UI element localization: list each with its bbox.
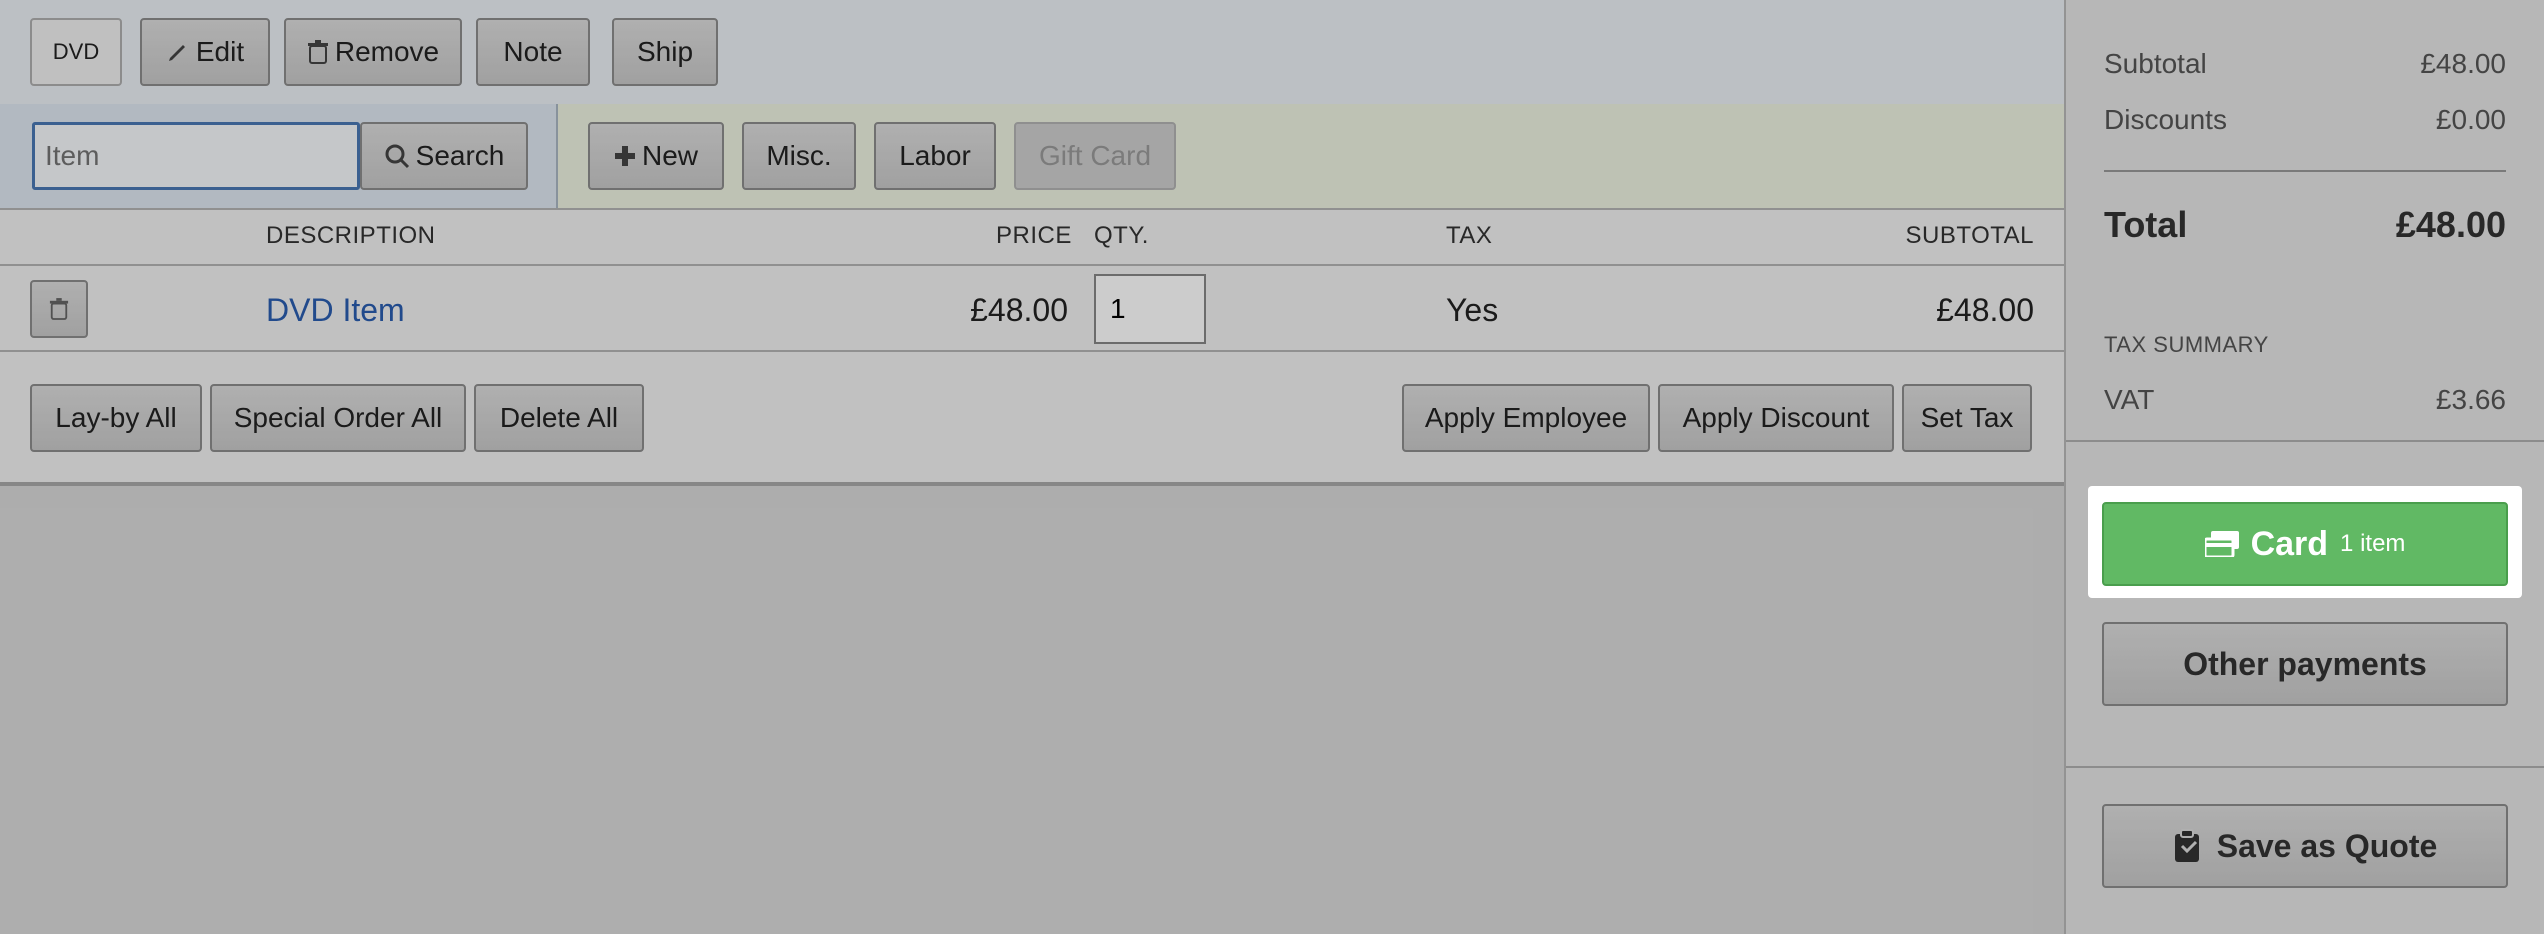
gift-card-button[interactable]: Gift Card bbox=[1014, 122, 1176, 190]
search-icon bbox=[384, 143, 410, 169]
layby-all-button[interactable]: Lay-by All bbox=[30, 384, 202, 452]
new-item-button-label: New bbox=[641, 140, 698, 171]
item-type-badge-label: DVD bbox=[52, 39, 100, 64]
labor-button[interactable]: Labor bbox=[874, 122, 996, 190]
special-order-all-button[interactable]: Special Order All bbox=[210, 384, 466, 452]
delete-line-button[interactable] bbox=[30, 280, 88, 338]
trash-icon bbox=[307, 40, 329, 64]
subtotal-label: Subtotal bbox=[2104, 48, 2207, 79]
quantity-input[interactable] bbox=[1094, 274, 1206, 344]
ship-button[interactable]: Ship bbox=[612, 18, 718, 86]
set-tax-button-label: Set Tax bbox=[1920, 402, 2014, 433]
misc-button[interactable]: Misc. bbox=[742, 122, 856, 190]
tax-summary-heading: TAX SUMMARY bbox=[2104, 332, 2269, 357]
subtotal-value: £48.00 bbox=[2420, 48, 2506, 79]
discounts-value: £0.00 bbox=[2435, 104, 2506, 135]
pencil-icon bbox=[166, 40, 190, 64]
card-payment-button-label: Card bbox=[2250, 524, 2329, 563]
note-button-label: Note bbox=[503, 36, 563, 67]
card-payment-button[interactable]: Card 1 item bbox=[2102, 502, 2508, 586]
note-button[interactable]: Note bbox=[476, 18, 590, 86]
item-type-badge: DVD bbox=[30, 18, 122, 86]
line-item-price: £48.00 bbox=[970, 292, 1068, 328]
header-subtotal: SUBTOTAL bbox=[1905, 222, 2034, 249]
line-item-subtotal: £48.00 bbox=[1936, 292, 2034, 328]
discounts-label: Discounts bbox=[2104, 104, 2227, 135]
clipboard-icon bbox=[2173, 829, 2203, 863]
summary-divider bbox=[2066, 440, 2544, 442]
line-item-tax: Yes bbox=[1446, 292, 1499, 328]
apply-discount-button-label: Apply Discount bbox=[1682, 402, 1870, 433]
trash-icon bbox=[49, 297, 69, 321]
remove-button-label: Remove bbox=[334, 36, 440, 67]
credit-card-icon bbox=[2204, 531, 2239, 557]
set-tax-button[interactable]: Set Tax bbox=[1902, 384, 2032, 452]
other-payments-button-label: Other payments bbox=[2183, 645, 2427, 682]
delete-all-button-label: Delete All bbox=[499, 402, 619, 433]
order-summary-panel: Subtotal £48.00 Discounts £0.00 Total £4… bbox=[2064, 0, 2544, 934]
item-search-input[interactable] bbox=[32, 122, 360, 190]
new-item-button[interactable]: New bbox=[588, 122, 724, 190]
header-qty: QTY. bbox=[1094, 222, 1149, 249]
apply-discount-button[interactable]: Apply Discount bbox=[1658, 384, 1894, 452]
special-order-all-button-label: Special Order All bbox=[233, 402, 443, 433]
save-as-quote-button[interactable]: Save as Quote bbox=[2102, 804, 2508, 888]
line-item-description-link[interactable]: DVD Item bbox=[266, 292, 405, 329]
card-item-count: 1 item bbox=[2340, 530, 2406, 557]
total-value: £48.00 bbox=[2395, 204, 2506, 245]
other-payments-button[interactable]: Other payments bbox=[2102, 622, 2508, 706]
header-price: PRICE bbox=[996, 222, 1072, 249]
delete-all-button[interactable]: Delete All bbox=[474, 384, 644, 452]
save-as-quote-button-label: Save as Quote bbox=[2216, 827, 2438, 864]
gift-card-button-label: Gift Card bbox=[1038, 140, 1152, 171]
edit-button[interactable]: Edit bbox=[140, 18, 270, 86]
header-tax: TAX bbox=[1446, 222, 1493, 249]
search-button[interactable]: Search bbox=[360, 122, 528, 190]
labor-button-label: Labor bbox=[899, 140, 971, 171]
plus-icon bbox=[614, 145, 636, 167]
layby-all-button-label: Lay-by All bbox=[55, 402, 177, 433]
apply-employee-button[interactable]: Apply Employee bbox=[1402, 384, 1650, 452]
table-bottom-border bbox=[0, 482, 2064, 486]
remove-button[interactable]: Remove bbox=[284, 18, 462, 86]
vat-label: VAT bbox=[2104, 384, 2155, 415]
search-button-label: Search bbox=[415, 140, 505, 171]
apply-employee-button-label: Apply Employee bbox=[1424, 402, 1628, 433]
summary-divider bbox=[2104, 170, 2506, 172]
ship-button-label: Ship bbox=[636, 36, 694, 67]
header-description: DESCRIPTION bbox=[266, 222, 436, 249]
divider bbox=[0, 350, 2064, 352]
total-label: Total bbox=[2104, 204, 2188, 245]
vat-value: £3.66 bbox=[2435, 384, 2506, 415]
divider bbox=[0, 264, 2064, 266]
summary-divider bbox=[2066, 766, 2544, 768]
divider bbox=[0, 208, 2064, 210]
edit-button-label: Edit bbox=[195, 36, 245, 67]
misc-button-label: Misc. bbox=[766, 140, 832, 171]
